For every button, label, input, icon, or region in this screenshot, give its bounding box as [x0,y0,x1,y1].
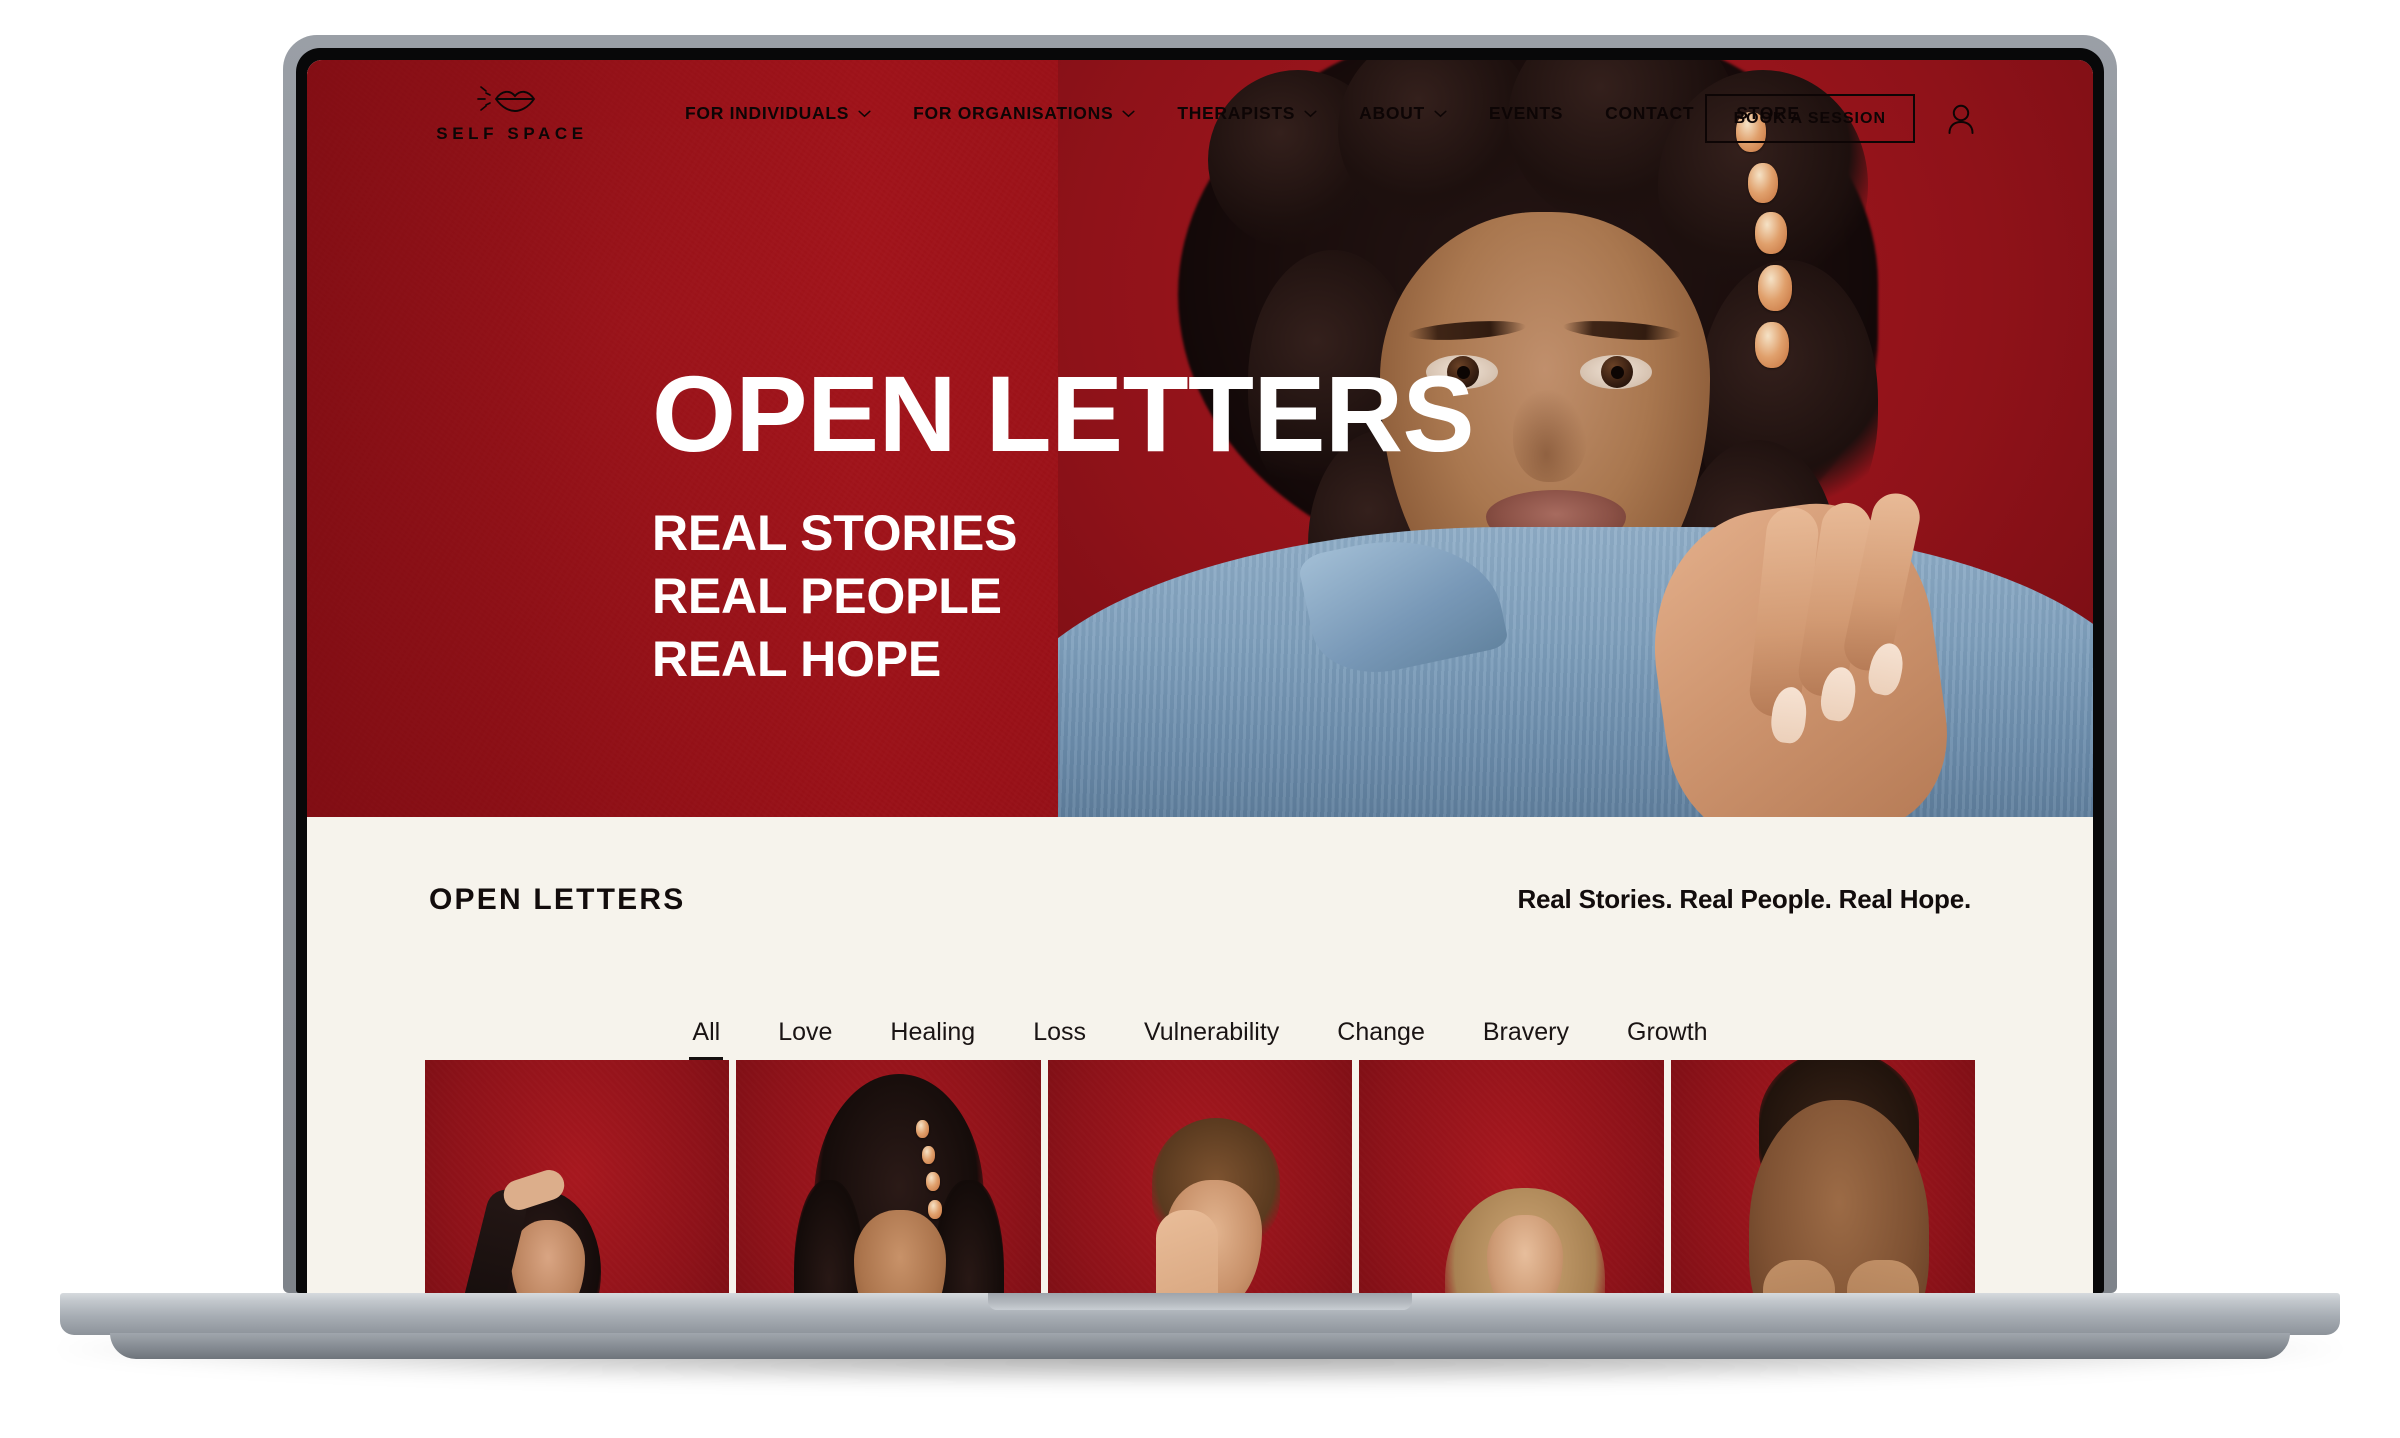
nav-label: EVENTS [1488,103,1564,123]
webpage: SELF SPACE FOR INDIVIDUALS FOR ORGANISAT… [307,60,2093,1293]
laptop-base-bottom [110,1333,2290,1359]
hair-bead [916,1120,930,1138]
letter-card[interactable] [1359,1060,1664,1293]
lips-icon [477,86,536,112]
hair-bead [926,1172,941,1191]
user-account-icon[interactable] [1947,103,1975,135]
card-portrait [1671,1060,1975,1293]
face [1487,1215,1564,1293]
nav-item-about[interactable]: ABOUT [1359,103,1447,124]
brand-name: SELF SPACE [436,124,588,143]
nav-links: FOR INDIVIDUALS FOR ORGANISATIONS THERAP… [685,103,1842,124]
hand [1155,1210,1218,1293]
nav-item-for-individuals[interactable]: FOR INDIVIDUALS [685,103,871,124]
chevron-down-icon [1122,110,1135,117]
hair-bead [928,1200,943,1219]
section-tagline: Real Stories. Real People. Real Hope. [1517,884,1971,914]
hero-subtitle-line-3: REAL HOPE [652,631,941,687]
nav-label: ABOUT [1359,103,1425,123]
chevron-down-icon [1434,110,1447,117]
pupil-right [1611,366,1624,379]
laptop-screen: SELF SPACE FOR INDIVIDUALS FOR ORGANISAT… [307,60,2093,1293]
laptop-bezel: SELF SPACE FOR INDIVIDUALS FOR ORGANISAT… [296,48,2104,1293]
book-a-session-button[interactable]: BOOK A SESSION [1704,94,1915,143]
letter-card[interactable] [736,1060,1041,1293]
nav-label: FOR ORGANISATIONS [913,103,1114,123]
hair-bead [1755,322,1789,368]
main-navigation: SELF SPACE FOR INDIVIDUALS FOR ORGANISAT… [307,60,2093,170]
chevron-down-icon [858,110,871,117]
card-portrait [1359,1060,1663,1293]
category-filter-tabs: All Love Healing Loss Vulnerability Chan… [307,982,2093,1060]
tab-healing[interactable]: Healing [861,1018,1004,1060]
open-letters-gallery [307,1060,2093,1293]
open-letters-section-header: OPEN LETTERS Real Stories. Real People. … [307,817,2093,982]
face [511,1220,585,1293]
nose [1513,390,1587,482]
tab-love[interactable]: Love [749,1018,861,1060]
letter-card[interactable] [1670,1060,1975,1293]
nav-label: FOR INDIVIDUALS [685,103,850,123]
nav-label: THERAPISTS [1177,103,1296,123]
tab-all[interactable]: All [663,1018,749,1060]
nav-actions: BOOK A SESSION [1704,94,1975,143]
nav-item-for-organisations[interactable]: FOR ORGANISATIONS [913,103,1135,124]
hero-section: SELF SPACE FOR INDIVIDUALS FOR ORGANISAT… [307,60,2093,817]
nav-item-events[interactable]: EVENTS [1489,103,1563,124]
tab-change[interactable]: Change [1308,1018,1454,1060]
tab-vulnerability[interactable]: Vulnerability [1115,1018,1308,1060]
card-portrait [1048,1060,1352,1293]
section-title: OPEN LETTERS [429,882,686,916]
letter-card[interactable] [1047,1060,1353,1293]
hair-bead [922,1146,936,1164]
nav-item-contact[interactable]: CONTACT [1605,103,1694,124]
hero-subtitle-line-1: REAL STORIES [652,505,1018,561]
brand-logo[interactable]: SELF SPACE [427,78,597,144]
letter-card[interactable] [425,1060,730,1293]
card-portrait [425,1060,729,1293]
hair-bead [1758,265,1792,311]
nav-item-therapists[interactable]: THERAPISTS [1177,103,1317,124]
hero-copy: OPEN LETTERS REAL STORIES REAL PEOPLE RE… [652,353,1475,691]
tab-loss[interactable]: Loss [1004,1018,1115,1060]
nav-label: CONTACT [1605,103,1695,123]
tab-bravery[interactable]: Bravery [1454,1018,1598,1060]
hero-subtitle-line-2: REAL PEOPLE [652,568,1002,624]
tab-growth[interactable]: Growth [1598,1018,1737,1060]
chevron-down-icon [1304,110,1317,117]
hero-title: OPEN LETTERS [652,353,1475,474]
hair-bead [1755,212,1787,254]
laptop-lid: SELF SPACE FOR INDIVIDUALS FOR ORGANISAT… [283,35,2117,1293]
card-portrait [736,1060,1040,1293]
laptop-base [60,1293,2340,1335]
laptop-mockup-stage: SELF SPACE FOR INDIVIDUALS FOR ORGANISAT… [0,0,2400,1438]
hero-subtitle: REAL STORIES REAL PEOPLE REAL HOPE [652,502,1474,691]
